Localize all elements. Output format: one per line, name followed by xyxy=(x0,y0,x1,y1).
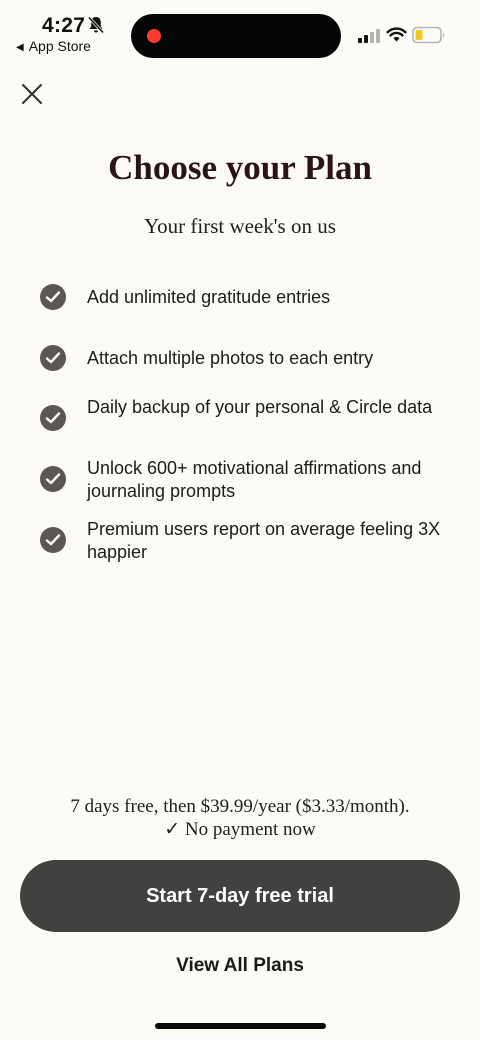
check-circle-icon xyxy=(40,466,66,492)
feature-text: Unlock 600+ motivational affirmations an… xyxy=(87,458,422,501)
status-time: 4:27 xyxy=(42,14,86,37)
back-to-app-store[interactable]: ◀ App Store xyxy=(16,38,91,54)
bell-muted-icon xyxy=(87,16,105,34)
start-trial-button[interactable]: Start 7-day free trial xyxy=(20,860,460,932)
check-circle-icon xyxy=(40,527,66,553)
feature-text: Premium users report on average feeling … xyxy=(87,519,441,562)
back-triangle-icon: ◀ xyxy=(16,42,24,53)
home-indicator[interactable] xyxy=(155,1023,326,1029)
check-circle-icon xyxy=(40,405,66,431)
status-bar: 4:27 ◀ App Store xyxy=(0,0,480,60)
no-payment-note: ✓ No payment now xyxy=(164,819,316,840)
page-title: Choose your Plan xyxy=(108,148,372,187)
feature-text: Add unlimited gratitude entries xyxy=(87,287,331,307)
view-all-plans-link[interactable]: View All Plans xyxy=(0,955,480,977)
close-icon xyxy=(22,84,42,104)
dynamic-island xyxy=(131,14,341,58)
close-button[interactable] xyxy=(18,80,46,108)
wifi-icon xyxy=(386,26,407,47)
pricing-text: 7 days free, then $39.99/year ($3.33/mon… xyxy=(70,796,410,817)
cellular-signal-icon xyxy=(358,29,380,48)
check-circle-icon xyxy=(40,345,66,371)
feature-text: Attach multiple photos to each entry xyxy=(87,348,374,368)
check-circle-icon xyxy=(40,284,66,310)
battery-low-icon xyxy=(412,26,446,49)
page-subtitle: Your first week's on us xyxy=(144,214,336,238)
recording-indicator-icon xyxy=(147,29,161,43)
feature-text: Daily backup of your personal & Circle d… xyxy=(87,397,433,417)
back-app-label: App Store xyxy=(28,38,91,54)
